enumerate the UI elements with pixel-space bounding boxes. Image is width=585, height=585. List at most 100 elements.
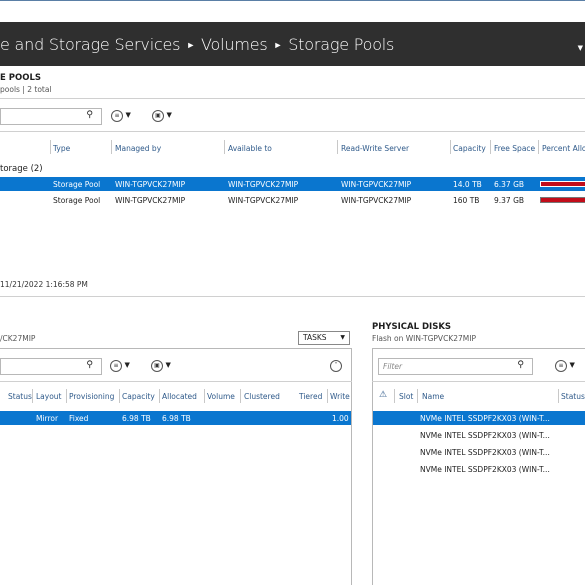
cell-layout: Mirror [36,414,59,423]
column-header-rw-server[interactable]: Read-Write Server [341,144,409,153]
column-divider [327,389,328,403]
column-divider [204,389,205,403]
column-header-capacity[interactable]: Capacity [122,392,155,401]
pools-save-query-button[interactable]: ▣ ▼ [152,110,172,122]
column-divider [558,389,559,403]
group-label: torage (2) [0,164,43,174]
table-row[interactable]: NVMe INTEL SSDPF2KX03 (WIN-T... [373,411,585,425]
column-divider [119,389,120,403]
cell-free-space: 6.37 GB [494,180,525,189]
table-row[interactable]: NVMe INTEL SSDPF2KX03 (WIN-T... [373,445,585,459]
column-header-provisioning[interactable]: Provisioning [69,392,114,401]
breadcrumb: e and Storage Services ► Volumes ► Storage P… [0,35,394,54]
cell-provisioning: Fixed [69,414,89,423]
column-header-status[interactable]: Status [8,392,32,401]
vdisks-collapse-button[interactable]: ˅ [330,360,342,372]
column-header-free-space[interactable]: Free Space [494,144,535,153]
column-divider [240,389,241,403]
search-icon: ⚲ [517,360,524,370]
physical-subtitle: Flash on WIN-TGPVCK27MIP [372,334,476,343]
column-header-layout[interactable]: Layout [36,392,62,401]
breadcrumb-separator-icon: ► [186,41,196,51]
warning-icon[interactable]: ⚠ [379,390,387,400]
physical-title: PHYSICAL DISKS [372,322,452,332]
cell-disk-name: NVMe INTEL SSDPF2KX03 (WIN-T... [420,465,550,474]
divider [0,381,352,382]
cell-write: 1.00 [332,414,349,423]
tasks-label: TASKS [303,333,327,342]
chevron-down-icon: ▼ [125,111,131,119]
vdisks-filter-input[interactable]: ⚲ [0,358,102,375]
pools-subtitle: pools | 2 total [0,85,52,94]
breadcrumb-separator-icon: ► [273,41,283,51]
cell-available-to: WIN-TGPVCK27MIP [228,196,299,205]
table-row[interactable]: NVMe INTEL SSDPF2KX03 (WIN-T... [373,428,585,442]
column-header-available-to[interactable]: Available to [228,144,272,153]
table-row[interactable]: Storage Pool WIN-TGPVCK27MIP WIN-TGPVCK2… [0,177,585,191]
chevron-down-icon: ▼ [569,361,575,369]
list-options-icon: ≡ [555,360,567,372]
column-divider [337,140,338,154]
cell-capacity: 160 TB [453,196,480,205]
cell-type: Storage Pool [53,180,101,189]
vdisks-subtitle: /CK27MIP [0,334,36,343]
tasks-button[interactable]: TASKS ▼ [298,331,350,345]
column-header-volume[interactable]: Volume [207,392,235,401]
column-divider [490,140,491,154]
column-divider [32,389,33,403]
pools-filter-input[interactable]: ⚲ [0,108,102,125]
allocation-bar-fill [541,182,585,186]
column-divider [50,140,51,154]
cell-capacity: 14.0 TB [453,180,482,189]
cell-allocated: 6.98 TB [162,414,191,423]
vdisks-save-query-button[interactable]: ▣ ▼ [151,360,171,372]
column-header-write[interactable]: Write [330,392,350,401]
column-header-clustered[interactable]: Clustered [244,392,280,401]
cell-type: Storage Pool [53,196,101,205]
allocation-bar [540,181,585,187]
search-icon: ⚲ [86,360,93,370]
column-header-managed-by[interactable]: Managed by [115,144,161,153]
column-header-slot[interactable]: Slot [399,392,413,401]
allocation-bar [540,197,585,203]
pools-query-button[interactable]: ≡ ▼ [111,110,131,122]
column-header-name[interactable]: Name [422,392,444,401]
physical-query-button[interactable]: ≡ ▼ [555,360,575,372]
column-divider [450,140,451,154]
last-refreshed-timestamp: 11/21/2022 1:16:58 PM [0,280,88,289]
column-header-type[interactable]: Type [53,144,70,153]
cell-capacity: 6.98 TB [122,414,151,423]
divider [0,131,585,132]
column-divider [111,140,112,154]
chevron-down-icon: ▼ [165,361,171,369]
save-icon: ▣ [152,110,164,122]
list-options-icon: ≡ [111,110,123,122]
column-header-allocated[interactable]: Allocated [162,392,197,401]
column-header-status[interactable]: Status [561,392,585,401]
table-row[interactable]: Mirror Fixed 6.98 TB 6.98 TB 1.00 [0,411,351,425]
column-header-tiered[interactable]: Tiered [299,392,322,401]
chevron-down-icon: ▼ [124,361,130,369]
table-row[interactable]: NVMe INTEL SSDPF2KX03 (WIN-T... [373,462,585,476]
window-top-strip [0,0,585,22]
cell-disk-name: NVMe INTEL SSDPF2KX03 (WIN-T... [420,414,550,423]
breadcrumb-item-storage-pools[interactable]: Storage Pools [288,35,394,54]
breadcrumb-item-volumes[interactable]: Volumes [201,35,268,54]
divider [372,381,585,382]
column-header-capacity[interactable]: Capacity [453,144,486,153]
column-header-percent-allocated[interactable]: Percent Allo [542,144,585,153]
cell-disk-name: NVMe INTEL SSDPF2KX03 (WIN-T... [420,431,550,440]
divider [0,98,585,99]
cell-managed-by: WIN-TGPVCK27MIP [115,180,186,189]
vdisks-query-button[interactable]: ≡ ▼ [110,360,130,372]
table-row[interactable]: Storage Pool WIN-TGPVCK27MIP WIN-TGPVCK2… [0,193,585,207]
physical-header: PHYSICAL DISKS Flash on WIN-TGPVCK27MIP [372,322,476,343]
breadcrumb-item-file-storage[interactable]: e and Storage Services [0,35,181,54]
physical-filter-input[interactable]: Filter ⚲ [378,358,533,375]
filter-placeholder: Filter [383,362,403,371]
chevron-down-icon[interactable]: ▼ [578,44,583,52]
pools-header: E POOLS pools | 2 total [0,73,52,94]
cell-rw-server: WIN-TGPVCK27MIP [341,180,412,189]
title-bar: e and Storage Services ► Volumes ► Storage P… [0,22,585,66]
column-divider [417,389,418,403]
